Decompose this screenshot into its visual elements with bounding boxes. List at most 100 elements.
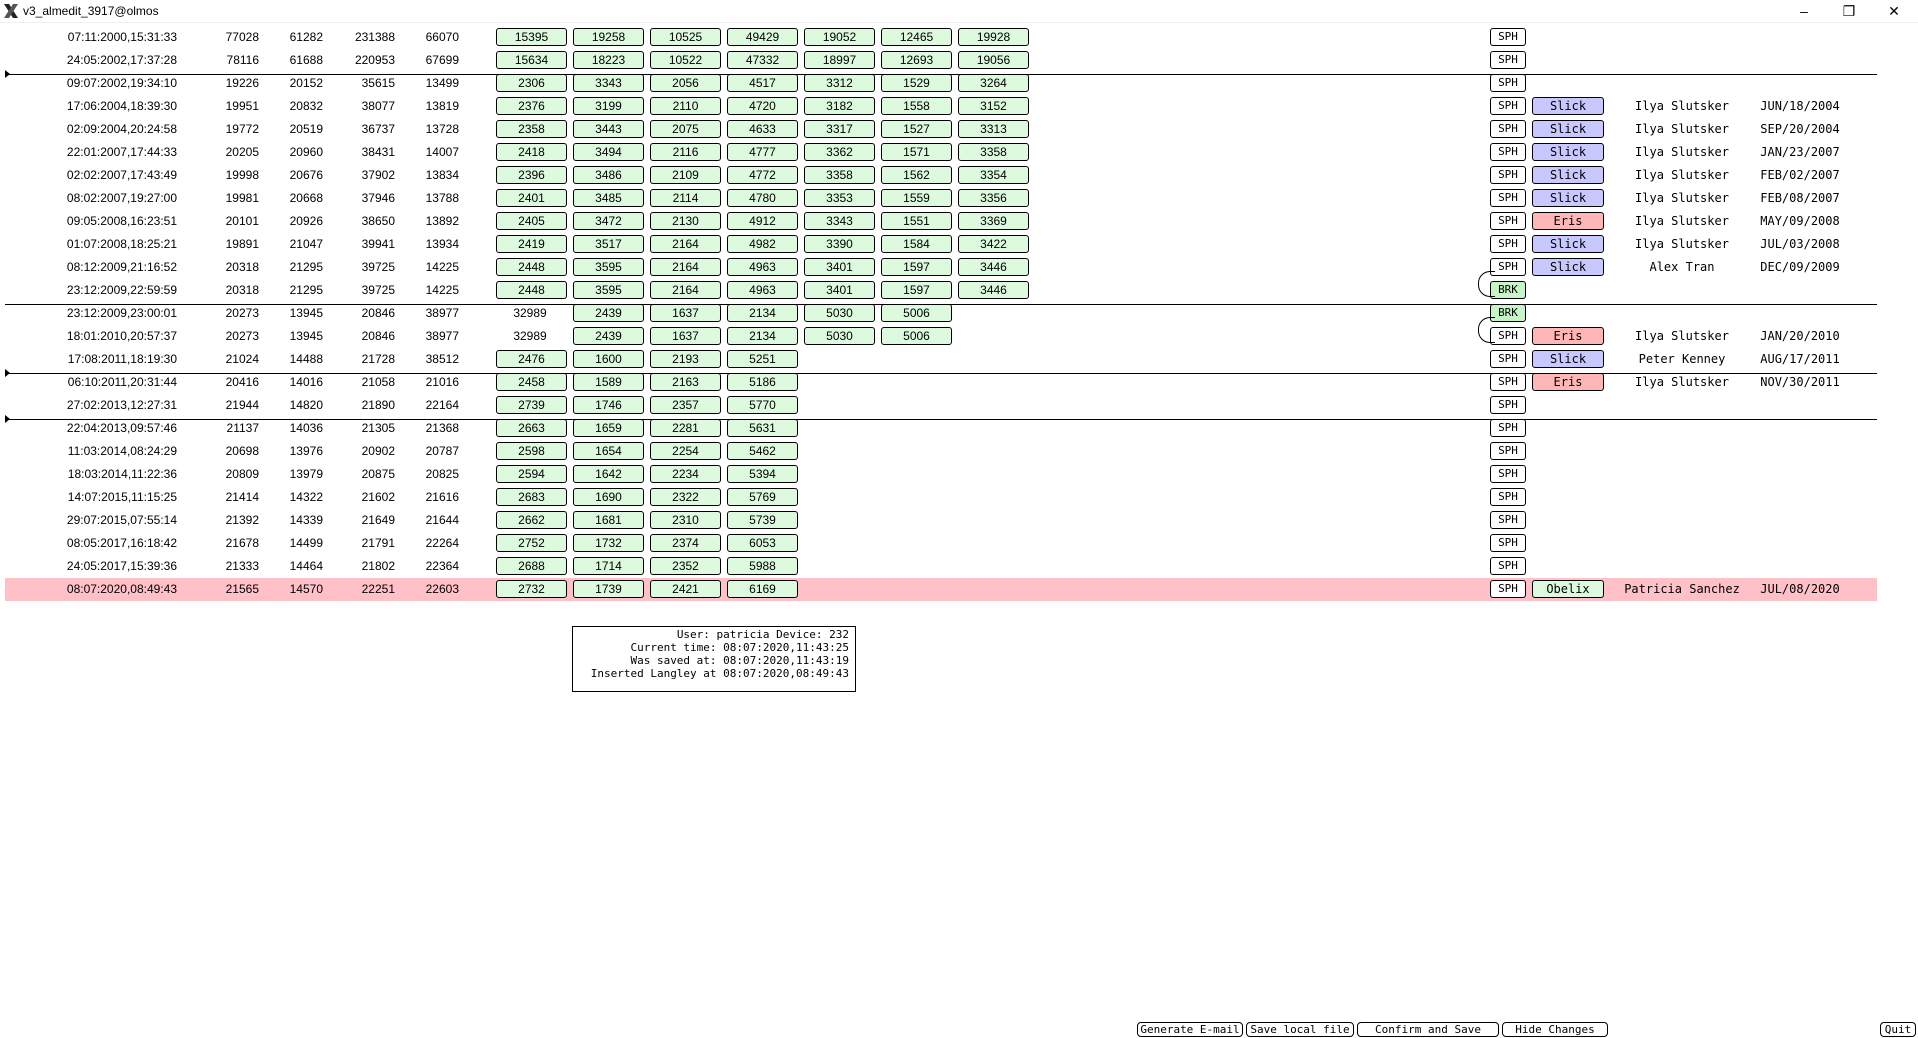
value-field[interactable]: 1589 (573, 373, 644, 391)
value-field[interactable]: 5631 (727, 419, 798, 437)
value-field[interactable]: 5251 (727, 350, 798, 368)
value-field[interactable]: 2752 (496, 534, 567, 552)
value-field[interactable]: 1527 (881, 120, 952, 138)
value-field[interactable]: 3343 (804, 212, 875, 230)
value-field[interactable]: 18997 (804, 51, 875, 69)
value-field[interactable]: 2075 (650, 120, 721, 138)
sph-tag[interactable]: SPH (1490, 327, 1526, 345)
value-field[interactable]: 3446 (958, 281, 1029, 299)
brk-tag[interactable]: BRK (1490, 281, 1526, 299)
hide-changes-button[interactable]: Hide Changes (1502, 1022, 1608, 1037)
status-badge[interactable]: Slick (1532, 350, 1604, 368)
value-field[interactable]: 3264 (958, 74, 1029, 92)
value-field[interactable]: 2476 (496, 350, 567, 368)
value-field[interactable]: 2164 (650, 235, 721, 253)
value-field[interactable]: 1654 (573, 442, 644, 460)
value-field[interactable]: 1571 (881, 143, 952, 161)
value-field[interactable]: 5739 (727, 511, 798, 529)
value-field[interactable]: 4777 (727, 143, 798, 161)
sph-tag[interactable]: SPH (1490, 74, 1526, 92)
value-field[interactable]: 2134 (727, 304, 798, 322)
value-field[interactable]: 2421 (650, 580, 721, 598)
value-field[interactable]: 1600 (573, 350, 644, 368)
status-badge[interactable]: Slick (1532, 235, 1604, 253)
sph-tag[interactable]: SPH (1490, 396, 1526, 414)
quit-button[interactable]: Quit (1880, 1022, 1916, 1037)
value-field[interactable]: 2662 (496, 511, 567, 529)
value-field[interactable]: 3313 (958, 120, 1029, 138)
value-field[interactable]: 4982 (727, 235, 798, 253)
status-badge[interactable]: Slick (1532, 143, 1604, 161)
sph-tag[interactable]: SPH (1490, 166, 1526, 184)
value-field[interactable]: 3517 (573, 235, 644, 253)
value-field[interactable]: 3443 (573, 120, 644, 138)
value-field[interactable]: 3182 (804, 97, 875, 115)
value-field[interactable]: 1597 (881, 281, 952, 299)
sph-tag[interactable]: SPH (1490, 580, 1526, 598)
value-field[interactable]: 15395 (496, 28, 567, 46)
value-field[interactable]: 2109 (650, 166, 721, 184)
value-field[interactable]: 5030 (804, 304, 875, 322)
value-field[interactable]: 3595 (573, 258, 644, 276)
value-field[interactable]: 2234 (650, 465, 721, 483)
value-field[interactable]: 1739 (573, 580, 644, 598)
value-field[interactable]: 3317 (804, 120, 875, 138)
value-field[interactable]: 5769 (727, 488, 798, 506)
sph-tag[interactable]: SPH (1490, 28, 1526, 46)
value-field[interactable]: 2458 (496, 373, 567, 391)
sph-tag[interactable]: SPH (1490, 189, 1526, 207)
value-field[interactable]: 2594 (496, 465, 567, 483)
sph-tag[interactable]: SPH (1490, 51, 1526, 69)
value-field[interactable]: 2439 (573, 327, 644, 345)
value-field[interactable]: 4772 (727, 166, 798, 184)
value-field[interactable]: 3486 (573, 166, 644, 184)
value-field[interactable]: 2130 (650, 212, 721, 230)
value-field[interactable]: 1559 (881, 189, 952, 207)
value-field[interactable]: 1529 (881, 74, 952, 92)
value-field[interactable]: 10522 (650, 51, 721, 69)
value-field[interactable]: 2164 (650, 258, 721, 276)
value-field[interactable]: 3485 (573, 189, 644, 207)
value-field[interactable]: 2254 (650, 442, 721, 460)
value-field[interactable]: 5006 (881, 327, 952, 345)
value-field[interactable]: 2110 (650, 97, 721, 115)
value-field[interactable]: 12465 (881, 28, 952, 46)
value-field[interactable]: 3595 (573, 281, 644, 299)
value-field[interactable]: 4633 (727, 120, 798, 138)
value-field[interactable]: 1746 (573, 396, 644, 414)
value-field[interactable]: 19056 (958, 51, 1029, 69)
value-field[interactable]: 2357 (650, 396, 721, 414)
confirm-and-save-button[interactable]: Confirm and Save (1357, 1022, 1499, 1037)
sph-tag[interactable]: SPH (1490, 465, 1526, 483)
generate-email-button[interactable]: Generate E-mail (1137, 1022, 1243, 1037)
value-field[interactable]: 3356 (958, 189, 1029, 207)
value-field[interactable]: 1714 (573, 557, 644, 575)
value-field[interactable]: 3353 (804, 189, 875, 207)
save-local-file-button[interactable]: Save local file (1246, 1022, 1354, 1037)
value-field[interactable]: 1562 (881, 166, 952, 184)
maximize-button[interactable]: ❐ (1827, 0, 1871, 22)
value-field[interactable]: 6053 (727, 534, 798, 552)
sph-tag[interactable]: SPH (1490, 419, 1526, 437)
value-field[interactable]: 19052 (804, 28, 875, 46)
value-field[interactable]: 2310 (650, 511, 721, 529)
value-field[interactable]: 2376 (496, 97, 567, 115)
value-field[interactable]: 4720 (727, 97, 798, 115)
sph-tag[interactable]: SPH (1490, 442, 1526, 460)
value-field[interactable]: 5770 (727, 396, 798, 414)
value-field[interactable]: 3354 (958, 166, 1029, 184)
value-field[interactable]: 4780 (727, 189, 798, 207)
value-field[interactable]: 3358 (958, 143, 1029, 161)
value-field[interactable]: 4963 (727, 258, 798, 276)
minimize-button[interactable]: – (1782, 0, 1826, 22)
value-field[interactable]: 2352 (650, 557, 721, 575)
value-field[interactable]: 3401 (804, 281, 875, 299)
value-field[interactable]: 2374 (650, 534, 721, 552)
value-field[interactable]: 6169 (727, 580, 798, 598)
value-field[interactable]: 2688 (496, 557, 567, 575)
value-field[interactable]: 2306 (496, 74, 567, 92)
value-field[interactable]: 2732 (496, 580, 567, 598)
sph-tag[interactable]: SPH (1490, 350, 1526, 368)
sph-tag[interactable]: SPH (1490, 373, 1526, 391)
value-field[interactable]: 1597 (881, 258, 952, 276)
